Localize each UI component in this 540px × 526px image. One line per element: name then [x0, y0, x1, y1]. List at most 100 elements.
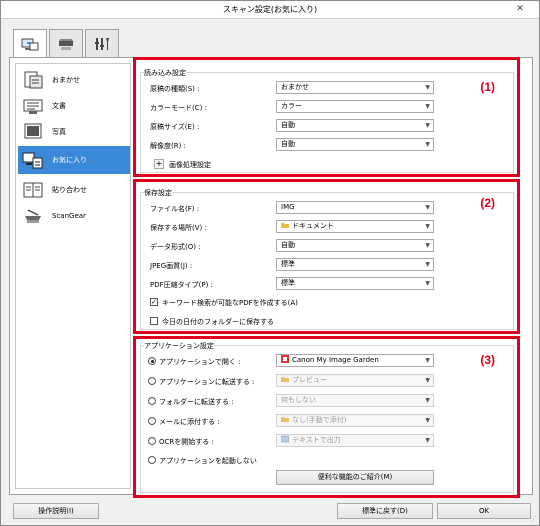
scan-settings-window: スキャン設定(お気に入り) ✕ おまかせ 文書 写真 お気に入り 貼り合わせ S… — [0, 0, 540, 526]
sidebar-item-auto[interactable]: おまかせ — [18, 66, 130, 94]
select-value: 標準 — [281, 260, 295, 268]
attach-email-select[interactable]: なし(手動で添付) ▼ — [276, 414, 434, 427]
file-name-input[interactable]: IMG ▼ — [276, 201, 434, 214]
select-value: 標準 — [281, 279, 295, 287]
sidebar-item-label: 写真 — [52, 128, 66, 136]
select-value: おまかせ — [281, 83, 309, 91]
auto-scan-icon — [22, 70, 44, 90]
select-value: IMG — [281, 203, 295, 211]
ok-button[interactable]: OK — [437, 503, 531, 519]
application-settings-section: アプリケーション設定 (3) アプリケーションで開く : Canon My Im… — [133, 336, 520, 498]
chevron-down-icon: ▼ — [425, 357, 430, 364]
chevron-down-icon: ▼ — [425, 377, 430, 384]
no-app-radio[interactable] — [148, 456, 156, 464]
pdf-compression-label: PDF圧縮タイプ(P) : — [150, 281, 213, 289]
tools-icon — [95, 37, 109, 50]
select-value: 自動 — [281, 121, 295, 129]
open-app-select[interactable]: Canon My Image Garden ▼ — [276, 354, 434, 367]
open-app-label[interactable]: アプリケーションで開く : — [159, 357, 240, 367]
window-title: スキャン設定(お気に入り) — [222, 5, 318, 14]
file-name-label: ファイル名(F) : — [150, 205, 200, 213]
start-ocr-radio[interactable] — [148, 437, 156, 445]
scan-settings-section: 読み込み設定 (1) 原稿の種類(S) : おまかせ ▼ カラーモード(C) : … — [133, 57, 520, 177]
source-type-label: 原稿の種類(S) : — [150, 85, 200, 93]
open-app-radio[interactable] — [148, 357, 156, 365]
chevron-down-icon: ▼ — [425, 103, 430, 110]
restore-defaults-button[interactable]: 標準に戻す(D) — [337, 503, 433, 519]
jpeg-quality-select[interactable]: 標準 ▼ — [276, 258, 434, 271]
photo-icon — [22, 122, 44, 142]
send-to-app-label[interactable]: アプリケーションに転送する : — [159, 377, 254, 387]
send-to-app-radio[interactable] — [148, 377, 156, 385]
select-value: 何もしない — [281, 396, 316, 404]
select-value: プレビュー — [292, 376, 327, 384]
color-mode-label: カラーモード(C) : — [150, 104, 207, 112]
favorite-icon — [22, 150, 44, 170]
send-to-folder-select[interactable]: 何もしない ▼ — [276, 394, 434, 407]
image-processing-expander[interactable]: + — [154, 159, 164, 169]
searchable-pdf-checkbox[interactable]: ✓ — [150, 298, 158, 306]
searchable-pdf-label[interactable]: キーワード検索が可能なPDFを作成する(A) — [162, 298, 298, 308]
help-button[interactable]: 操作説明(I) — [13, 503, 99, 519]
text-output-icon — [281, 435, 289, 443]
sidebar-item-label: おまかせ — [52, 76, 80, 84]
attach-email-label[interactable]: メールに添付する : — [159, 417, 220, 427]
data-format-label: データ形式(O) : — [150, 243, 201, 251]
pdf-compression-select[interactable]: 標準 ▼ — [276, 277, 434, 290]
scangear-icon — [22, 206, 44, 226]
group-title: アプリケーション設定 — [144, 341, 214, 351]
send-to-folder-radio[interactable] — [148, 397, 156, 405]
close-button[interactable]: ✕ — [507, 3, 533, 16]
mail-icon — [281, 417, 289, 422]
chevron-down-icon: ▼ — [425, 261, 430, 268]
scan-type-list: おまかせ 文書 写真 お気に入り 貼り合わせ ScanGear — [15, 63, 131, 489]
sidebar-item-stitch[interactable]: 貼り合わせ — [18, 176, 130, 204]
sidebar-item-label: 貼り合わせ — [52, 186, 87, 194]
group-title: 読み込み設定 — [144, 68, 186, 78]
select-value: ドキュメント — [292, 222, 334, 230]
tab-bar — [13, 29, 119, 59]
section-number: (1) — [480, 80, 495, 94]
chevron-down-icon: ▼ — [425, 417, 430, 424]
save-settings-section: 保存設定 (2) ファイル名(F) : IMG ▼ 保存する場所(V) : ドキュ… — [133, 179, 520, 334]
tab-scan-from-computer[interactable] — [13, 29, 47, 59]
select-value: テキストで出力 — [292, 436, 341, 444]
chevron-down-icon: ▼ — [425, 141, 430, 148]
resize-grip[interactable]: ⋰ — [530, 515, 537, 523]
send-to-folder-label[interactable]: フォルダーに転送する : — [159, 397, 234, 407]
date-folder-checkbox[interactable] — [150, 317, 158, 325]
select-value: Canon My Image Garden — [292, 356, 379, 364]
paper-size-select[interactable]: 自動 ▼ — [276, 119, 434, 132]
chevron-down-icon: ▼ — [425, 280, 430, 287]
section-number: (2) — [480, 196, 495, 210]
chevron-down-icon: ▼ — [425, 242, 430, 249]
start-ocr-select[interactable]: テキストで出力 ▼ — [276, 434, 434, 447]
save-location-select[interactable]: ドキュメント ▼ — [276, 220, 434, 233]
section-number: (3) — [480, 353, 495, 367]
sidebar-item-document[interactable]: 文書 — [18, 92, 130, 120]
title-bar: スキャン設定(お気に入り) ✕ — [1, 1, 539, 19]
start-ocr-label[interactable]: OCRを開始する : — [159, 437, 214, 447]
date-folder-label[interactable]: 今日の日付のフォルダーに保存する — [162, 317, 274, 327]
source-type-select[interactable]: おまかせ ▼ — [276, 81, 434, 94]
image-processing-label[interactable]: 画像処理設定 — [169, 160, 211, 170]
chevron-down-icon: ▼ — [425, 84, 430, 91]
attach-email-radio[interactable] — [148, 417, 156, 425]
more-functions-button[interactable]: 便利な機能のご紹介(M) — [276, 470, 434, 485]
color-mode-select[interactable]: カラー ▼ — [276, 100, 434, 113]
scanner-icon — [59, 38, 73, 50]
sidebar-item-photo[interactable]: 写真 — [18, 118, 130, 146]
sidebar-item-scangear[interactable]: ScanGear — [18, 202, 130, 230]
data-format-select[interactable]: 自動 ▼ — [276, 239, 434, 252]
jpeg-quality-label: JPEG画質(J) : — [150, 262, 193, 270]
resolution-select[interactable]: 自動 ▼ — [276, 138, 434, 151]
select-value: 自動 — [281, 241, 295, 249]
tab-scan-from-panel[interactable] — [49, 29, 83, 57]
tab-general-settings[interactable] — [85, 29, 119, 57]
sidebar-item-favorite[interactable]: お気に入り — [18, 146, 130, 174]
send-to-app-select[interactable]: プレビュー ▼ — [276, 374, 434, 387]
no-app-label[interactable]: アプリケーションを起動しない — [159, 456, 257, 466]
resolution-label: 解像度(R) : — [150, 142, 186, 150]
image-garden-icon — [281, 355, 289, 363]
sidebar-item-label: お気に入り — [52, 156, 87, 164]
